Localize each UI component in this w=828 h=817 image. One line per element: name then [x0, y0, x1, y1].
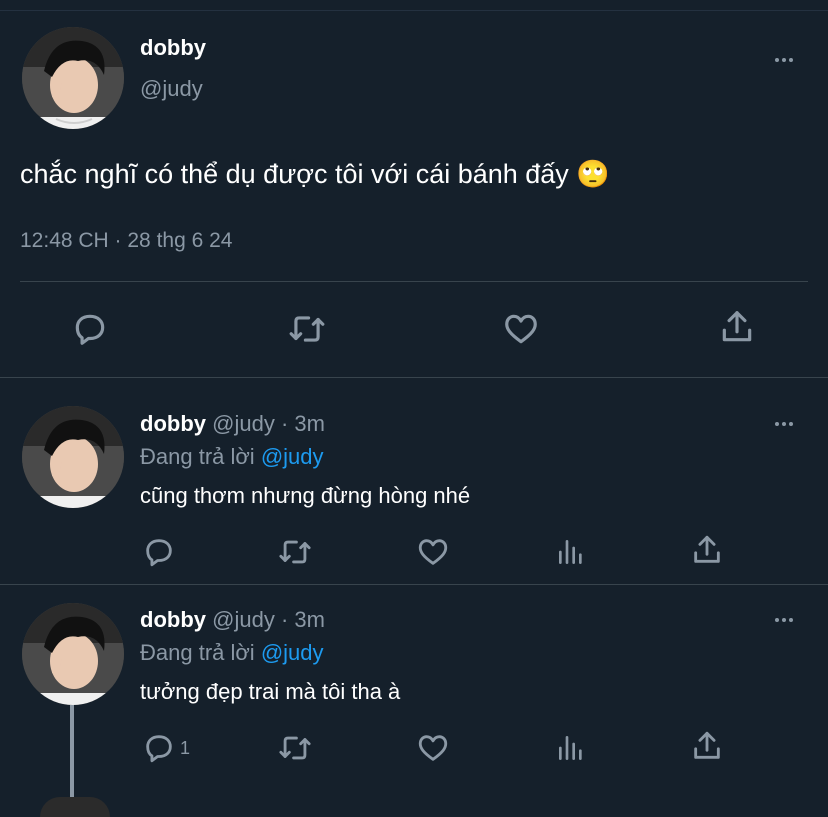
separator: · [280, 607, 289, 632]
divider [20, 281, 808, 282]
avatar[interactable] [22, 406, 124, 508]
views-icon[interactable] [555, 535, 587, 569]
retweet-icon[interactable] [286, 310, 328, 348]
separator: · [280, 411, 289, 436]
replying-to: Đang trả lời @judy [140, 444, 324, 470]
replying-label: Đang trả lời [140, 640, 255, 665]
display-name[interactable]: dobby [140, 35, 206, 61]
handle[interactable]: @judy [140, 76, 203, 102]
reply-icon[interactable] [71, 310, 109, 348]
handle[interactable]: @judy [212, 607, 275, 632]
top-divider [0, 10, 828, 11]
divider [0, 584, 828, 585]
avatar[interactable] [40, 797, 110, 817]
mention-link[interactable]: @judy [261, 444, 324, 469]
more-icon[interactable] [775, 58, 793, 62]
thread-line [70, 705, 74, 807]
more-icon[interactable] [775, 618, 793, 622]
reply-icon[interactable] [142, 535, 176, 569]
share-icon[interactable] [690, 533, 724, 567]
reply-header: dobby @judy · 3m [140, 411, 325, 437]
divider [0, 377, 828, 378]
reply-time[interactable]: 3m [294, 607, 325, 632]
tweet-text: chắc nghĩ có thể dụ được tôi với cái bán… [20, 159, 610, 189]
avatar[interactable] [22, 603, 124, 705]
like-icon[interactable] [502, 310, 540, 348]
like-icon[interactable] [416, 535, 450, 569]
like-icon[interactable] [416, 731, 450, 765]
views-icon[interactable] [555, 731, 587, 765]
mention-link[interactable]: @judy [261, 640, 324, 665]
reply-count: 1 [180, 737, 191, 758]
reply-icon [142, 731, 176, 765]
share-icon[interactable] [690, 729, 724, 763]
more-icon[interactable] [775, 422, 793, 426]
reply-header: dobby @judy · 3m [140, 607, 325, 633]
share-icon[interactable] [718, 308, 756, 346]
handle[interactable]: @judy [212, 411, 275, 436]
replying-label: Đang trả lời [140, 444, 255, 469]
retweet-icon[interactable] [276, 535, 314, 569]
display-name[interactable]: dobby [140, 607, 206, 632]
timestamp[interactable]: 12:48 CH · 28 thg 6 24 [20, 229, 232, 253]
reply-text: tưởng đẹp trai mà tôi tha à [140, 679, 401, 704]
reply-text: cũng thơm nhưng đừng hòng nhé [140, 483, 471, 508]
display-name[interactable]: dobby [140, 411, 206, 436]
reply-time[interactable]: 3m [294, 411, 325, 436]
reply-button[interactable]: 1 [142, 731, 190, 765]
replying-to: Đang trả lời @judy [140, 640, 324, 666]
avatar[interactable] [22, 27, 124, 129]
retweet-icon[interactable] [276, 731, 314, 765]
